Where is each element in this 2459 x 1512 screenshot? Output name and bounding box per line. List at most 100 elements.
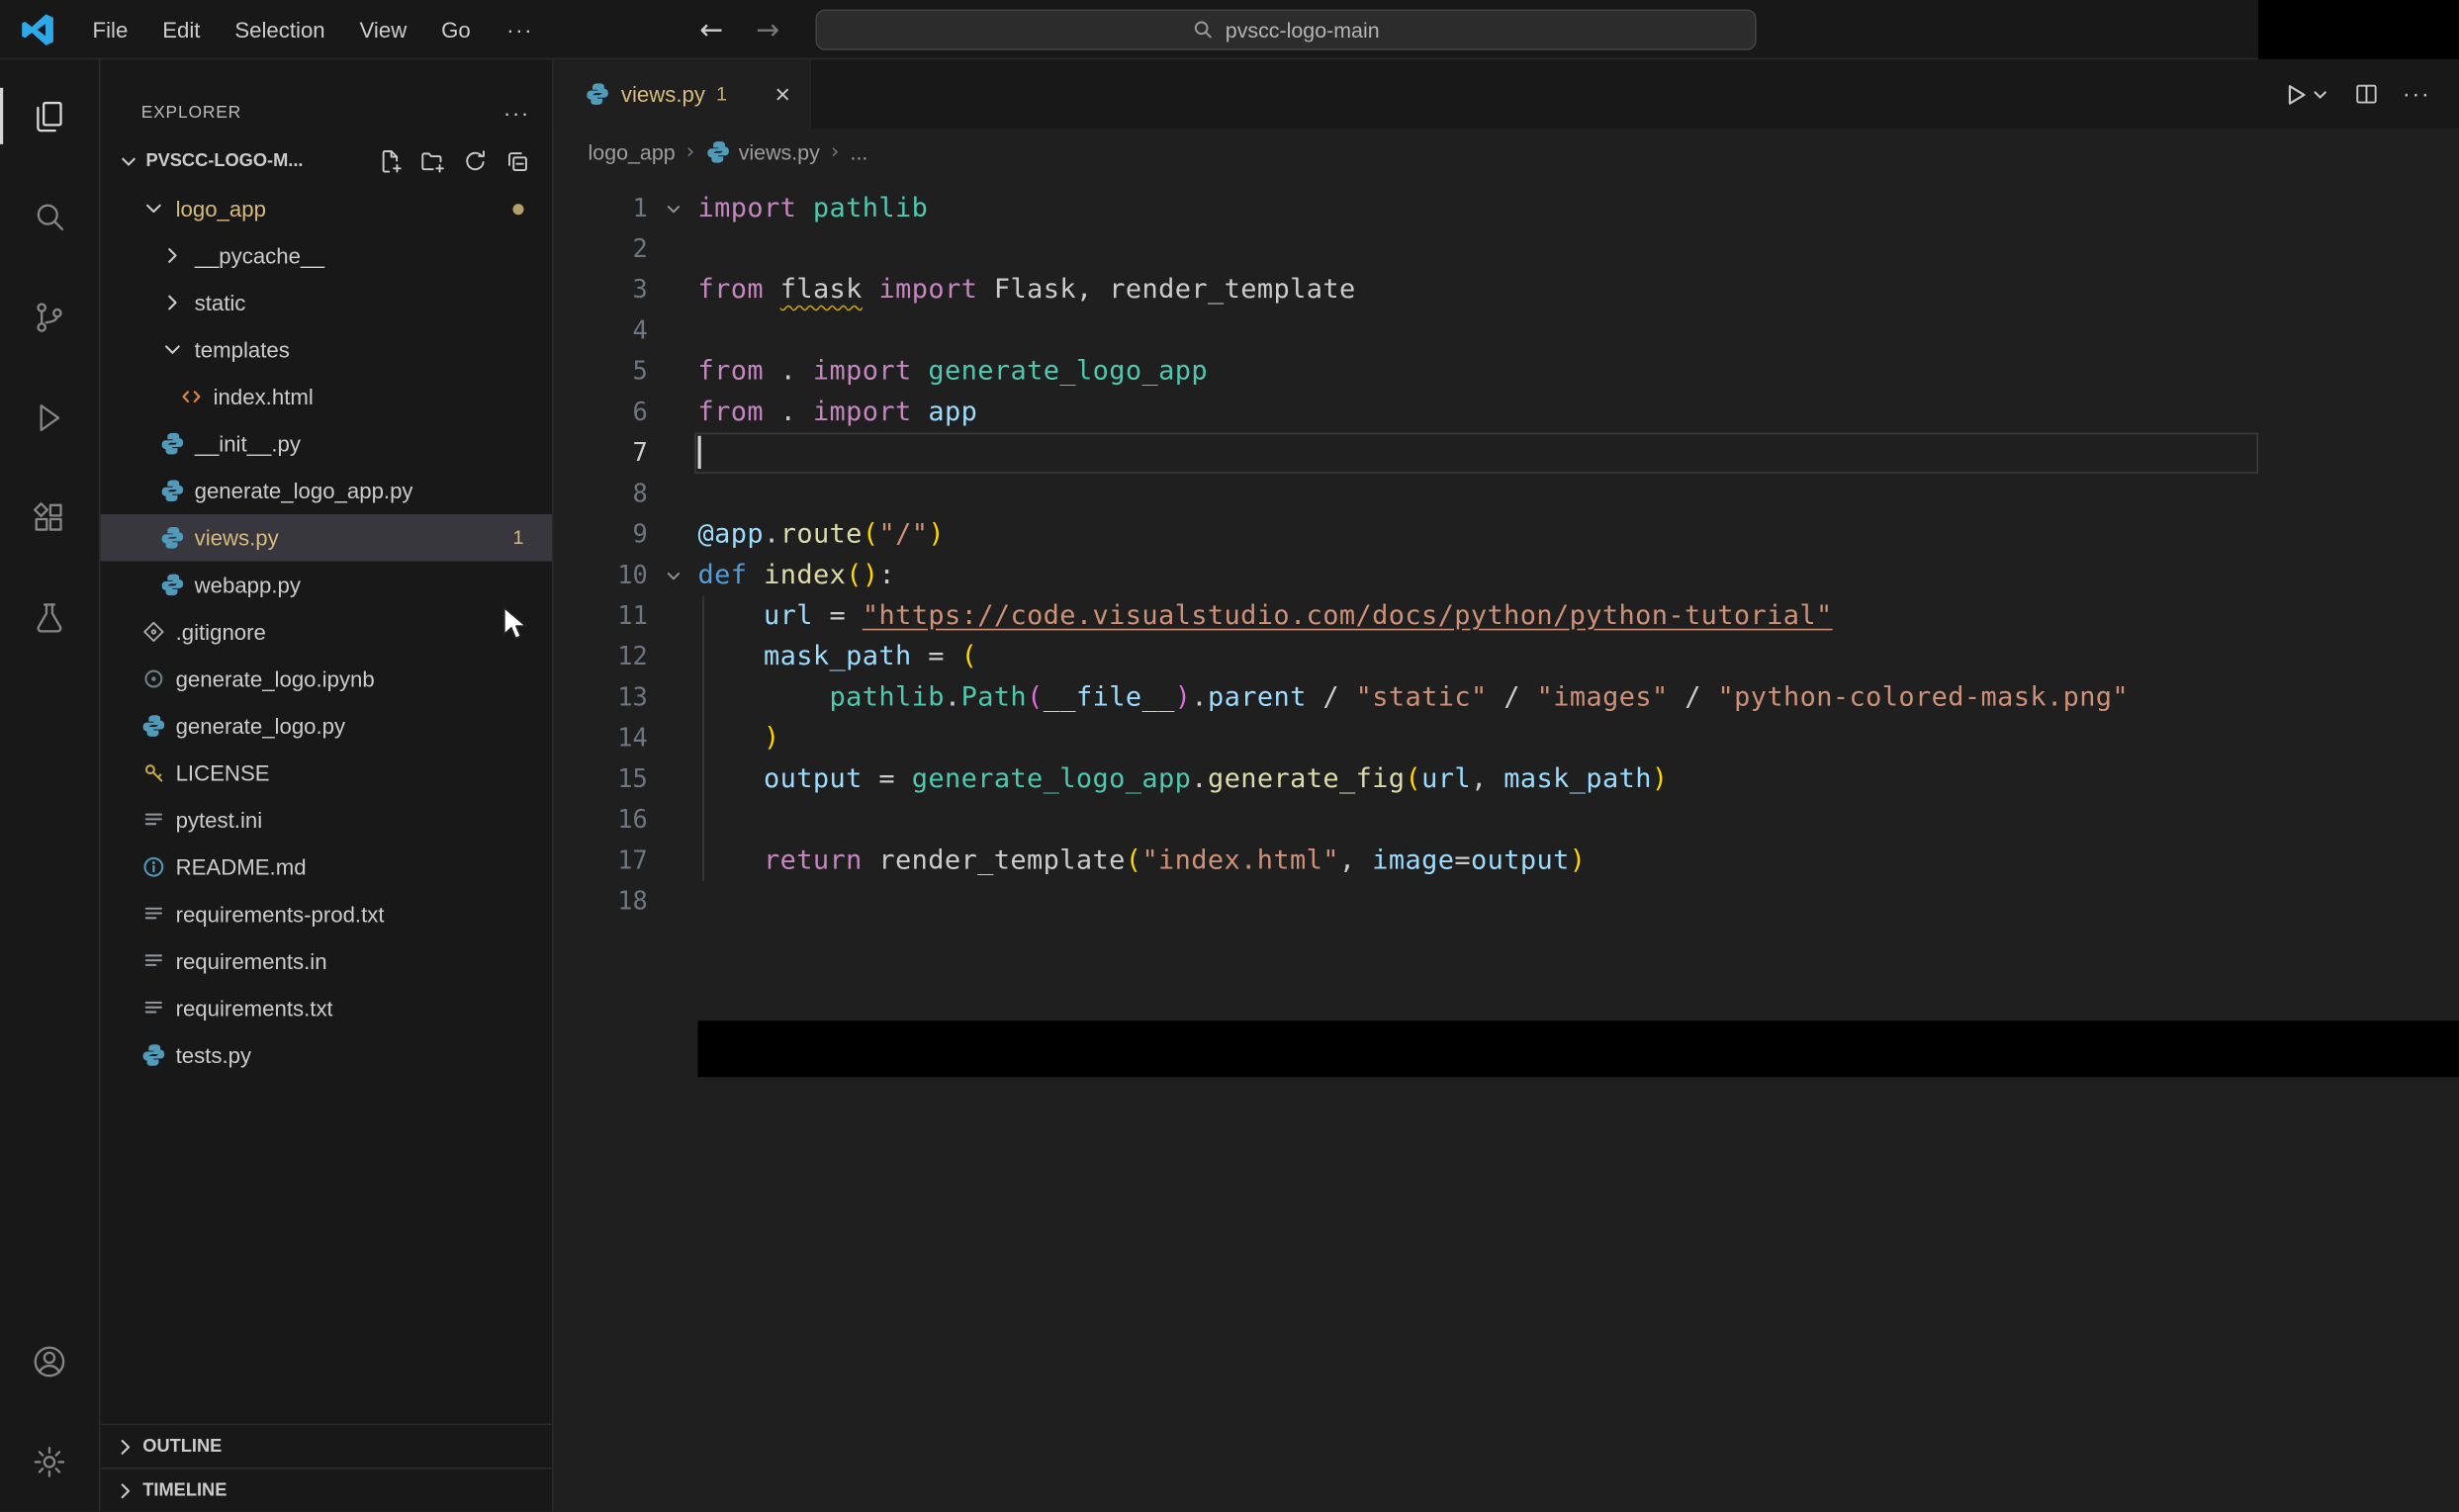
- tree-item-requirements.txt[interactable]: requirements.txt: [100, 985, 552, 1032]
- nav-back-button[interactable]: ←: [699, 0, 723, 59]
- code-line-16[interactable]: 16: [554, 800, 2459, 841]
- breadcrumb-views.py[interactable]: views.py: [705, 139, 820, 164]
- refresh-button[interactable]: [463, 149, 488, 174]
- menu-file[interactable]: File: [75, 9, 145, 49]
- code-line-14[interactable]: 14 ): [554, 718, 2459, 758]
- code-line-18[interactable]: 18: [554, 881, 2459, 922]
- fold-chevron-down-icon[interactable]: [648, 566, 698, 586]
- code-line-5[interactable]: 5 from . import generate_logo_app: [554, 351, 2459, 392]
- code-line-2[interactable]: 2: [554, 228, 2459, 269]
- code-area[interactable]: 1 import pathlib 2 3 from flask import Flask…: [554, 176, 2459, 1512]
- line-number[interactable]: 7: [554, 433, 648, 474]
- tree-item-views.py[interactable]: views.py 1: [100, 514, 553, 562]
- new-file-button[interactable]: [378, 149, 403, 174]
- code-line-11[interactable]: 11 url = "https://code.visualstudio.com/…: [554, 595, 2459, 636]
- line-number[interactable]: 16: [554, 800, 648, 841]
- text-icon: [141, 996, 166, 1021]
- activity-extensions-button[interactable]: [0, 467, 99, 567]
- menu-edit[interactable]: Edit: [145, 9, 218, 49]
- activity-source-control-button[interactable]: [0, 267, 99, 367]
- explorer-section-header[interactable]: PVSCC-LOGO-M...: [100, 138, 552, 186]
- account-icon: [30, 1341, 69, 1380]
- code-line-1[interactable]: 1 import pathlib: [554, 188, 2459, 228]
- new-folder-button[interactable]: [420, 149, 445, 174]
- fold-chevron-down-icon[interactable]: [648, 199, 698, 220]
- explorer-more-button[interactable]: ···: [503, 100, 530, 125]
- tree-item-templates[interactable]: templates: [100, 326, 552, 374]
- panel-label: TIMELINE: [142, 1480, 228, 1500]
- tab-close-icon[interactable]: ×: [774, 81, 790, 108]
- vscode-window: File Edit Selection View Go ··· ← → pvscc-lo…: [0, 0, 2459, 1512]
- panel-timeline[interactable]: TIMELINE: [100, 1467, 553, 1511]
- tree-item-__pycache__[interactable]: __pycache__: [100, 232, 552, 280]
- line-number[interactable]: 13: [554, 677, 648, 718]
- tree-item-index.html[interactable]: index.html: [100, 373, 552, 420]
- search-icon: [30, 197, 69, 236]
- menu-view[interactable]: View: [342, 9, 424, 49]
- activity-settings-button[interactable]: [0, 1411, 99, 1511]
- split-editor-button[interactable]: [2354, 81, 2379, 106]
- breadcrumb-...[interactable]: ...: [851, 140, 868, 164]
- code-line-6[interactable]: 6 from . import app: [554, 392, 2459, 432]
- tree-item-pytest.ini[interactable]: pytest.ini: [100, 796, 552, 844]
- menubar-more-button[interactable]: ···: [488, 17, 552, 42]
- search-icon: [1192, 19, 1214, 41]
- command-center[interactable]: pvscc-logo-main: [815, 9, 1757, 50]
- tree-item-webapp.py[interactable]: webapp.py: [100, 562, 552, 609]
- tree-item-generate_logo_app.py[interactable]: generate_logo_app.py: [100, 467, 552, 514]
- breadcrumb-logo_app[interactable]: logo_app: [589, 140, 676, 164]
- tree-item-LICENSE[interactable]: LICENSE: [100, 750, 552, 797]
- tree-item-tests.py[interactable]: tests.py: [100, 1031, 552, 1079]
- tree-item-requirements.in[interactable]: requirements.in: [100, 937, 552, 985]
- line-number[interactable]: 18: [554, 881, 648, 922]
- editor-more-button[interactable]: ···: [2403, 81, 2431, 108]
- line-number[interactable]: 8: [554, 474, 648, 514]
- panel-outline[interactable]: OUTLINE: [100, 1423, 553, 1468]
- code-line-12[interactable]: 12 mask_path = (: [554, 637, 2459, 677]
- tree-item-requirements-prod.txt[interactable]: requirements-prod.txt: [100, 891, 552, 938]
- activity-testing-button[interactable]: [0, 568, 99, 667]
- collapse-all-button[interactable]: [505, 149, 530, 174]
- line-number[interactable]: 15: [554, 758, 648, 799]
- line-number[interactable]: 3: [554, 270, 648, 311]
- line-number[interactable]: 6: [554, 392, 648, 432]
- run-button[interactable]: [2282, 81, 2330, 108]
- tree-item-.gitignore[interactable]: .gitignore: [100, 608, 552, 656]
- line-number[interactable]: 2: [554, 228, 648, 269]
- line-number[interactable]: 11: [554, 595, 648, 636]
- code-line-4[interactable]: 4: [554, 311, 2459, 351]
- activity-search-button[interactable]: [0, 166, 99, 266]
- activity-run-debug-button[interactable]: [0, 367, 99, 467]
- tree-item-generate_logo.py[interactable]: generate_logo.py: [100, 702, 552, 750]
- tree-item-README.md[interactable]: README.md: [100, 844, 552, 891]
- tree-item-generate_logo.ipynb[interactable]: generate_logo.ipynb: [100, 656, 552, 703]
- code-line-3[interactable]: 3 from flask import Flask, render_templat…: [554, 270, 2459, 311]
- menu-go[interactable]: Go: [424, 9, 489, 49]
- tab-views-py[interactable]: views.py 1 ×: [553, 59, 811, 130]
- problems-badge: 1: [512, 526, 524, 549]
- code-line-10[interactable]: 10 def index():: [554, 555, 2459, 595]
- line-number[interactable]: 9: [554, 514, 648, 555]
- line-number[interactable]: 10: [554, 555, 648, 595]
- tree-item-__init__.py[interactable]: __init__.py: [100, 420, 552, 468]
- activity-explorer-button[interactable]: [0, 66, 99, 166]
- code-line-13[interactable]: 13 pathlib.Path(__file__).parent / "stat…: [554, 677, 2459, 718]
- code-line-7[interactable]: 7: [554, 432, 2459, 474]
- code-line-15[interactable]: 15 output = generate_logo_app.generate_f…: [554, 758, 2459, 799]
- line-number[interactable]: 12: [554, 637, 648, 677]
- tree-item-logo_app[interactable]: logo_app: [100, 185, 552, 232]
- line-number[interactable]: 5: [554, 351, 648, 392]
- nav-forward-button[interactable]: →: [756, 0, 779, 59]
- line-number[interactable]: 4: [554, 311, 648, 351]
- menu-selection[interactable]: Selection: [218, 9, 342, 49]
- line-number[interactable]: 1: [554, 188, 648, 228]
- line-number[interactable]: 14: [554, 718, 648, 758]
- activity-account-button[interactable]: [0, 1310, 99, 1410]
- code-text: from . import generate_logo_app: [697, 355, 1208, 388]
- code-line-17[interactable]: 17 return render_template("index.html", …: [554, 841, 2459, 881]
- tree-item-static[interactable]: static: [100, 279, 552, 326]
- code-line-9[interactable]: 9 @app.route("/"): [554, 514, 2459, 555]
- code-line-8[interactable]: 8: [554, 474, 2459, 514]
- line-number[interactable]: 17: [554, 841, 648, 881]
- code-text: def index():: [697, 560, 896, 591]
